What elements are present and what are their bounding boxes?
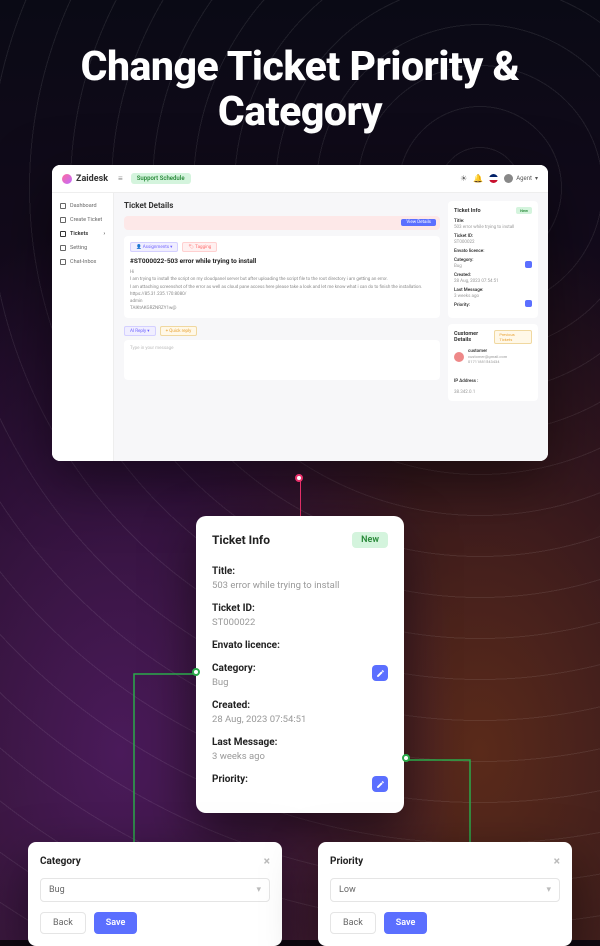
sidebar-item-tickets[interactable]: Tickets› <box>52 227 113 241</box>
ticket-id-value: ST000022 <box>212 617 388 628</box>
chevron-down-icon: ▾ <box>256 885 261 895</box>
customer-title: Customer Details <box>454 331 494 343</box>
flag-icon[interactable] <box>489 174 498 183</box>
assignments-badge[interactable]: 👤 Assignments ▾ <box>130 242 178 252</box>
lastmsg-value: 3 weeks ago <box>212 751 388 762</box>
close-icon[interactable]: × <box>264 854 270 868</box>
sidebar-item-setting[interactable]: Setting <box>52 241 113 255</box>
avatar-icon <box>504 174 513 183</box>
gear-icon <box>60 245 66 251</box>
theme-icon[interactable]: ☀ <box>460 174 467 183</box>
app-header: Zaidesk ≡ Support Schedule ☀ 🔔 Agent ▾ <box>52 165 548 193</box>
alert-bar: View Details <box>124 216 440 230</box>
popup-category-title: Category <box>40 856 81 867</box>
edit-category-icon[interactable] <box>525 261 532 268</box>
created-label: Created: <box>212 700 388 711</box>
chat-icon <box>60 259 66 265</box>
popup-priority-title: Priority <box>330 856 363 867</box>
sidebar-item-chat[interactable]: Chat-Inbox <box>52 255 113 269</box>
category-label: Category: <box>212 663 388 674</box>
connector-dot <box>192 668 200 676</box>
hamburger-icon[interactable]: ≡ <box>118 174 123 183</box>
customer-avatar <box>454 352 464 362</box>
priority-label: Priority: <box>212 774 388 785</box>
logo: Zaidesk <box>62 174 108 184</box>
connector-dot <box>402 754 410 762</box>
chevron-down-icon: ▾ <box>546 885 551 895</box>
logo-icon <box>62 174 72 184</box>
dashboard-icon <box>60 203 66 209</box>
support-schedule-badge[interactable]: Support Schedule <box>131 173 191 184</box>
sidebar-item-dashboard[interactable]: Dashboard <box>52 199 113 213</box>
app-screenshot: Zaidesk ≡ Support Schedule ☀ 🔔 Agent ▾ D… <box>52 165 548 461</box>
new-badge: New <box>352 532 388 548</box>
agent-label: Agent <box>516 175 532 182</box>
title-value: 503 error while trying to install <box>212 580 388 591</box>
priority-popup: Priority × Low ▾ Back Save <box>318 842 572 946</box>
edit-category-button[interactable] <box>372 665 388 681</box>
lastmsg-label: Last Message: <box>212 737 388 748</box>
ticket-info-title: Ticket Info <box>454 208 481 214</box>
close-icon[interactable]: × <box>554 854 560 868</box>
connector-dot <box>295 474 303 482</box>
licence-label: Envato licence: <box>212 640 388 651</box>
tagging-badge[interactable]: 🏷 Tagging <box>182 242 217 252</box>
ticket-card: 👤 Assignments ▾ 🏷 Tagging #ST000022-503 … <box>124 236 440 318</box>
sidebar-item-create-ticket[interactable]: Create Ticket <box>52 213 113 227</box>
previous-tickets-button[interactable]: Previous Tickets <box>494 330 532 344</box>
edit-priority-button[interactable] <box>372 776 388 792</box>
ticket-info-panel: Ticket Info New Title:503 error while tr… <box>448 201 538 318</box>
quick-reply-button[interactable]: + Quick reply <box>160 326 198 336</box>
zoom-title: Ticket Info <box>212 533 270 547</box>
view-details-button[interactable]: View Details <box>401 219 436 226</box>
ticket-info-zoom: Ticket Info New Title: 503 error while tr… <box>196 516 404 813</box>
category-popup: Category × Bug ▾ Back Save <box>28 842 282 946</box>
customer-panel: Customer Details Previous Tickets custom… <box>448 324 538 401</box>
title-label: Title: <box>212 566 388 577</box>
created-value: 28 Aug, 2023 07:54:51 <box>212 714 388 725</box>
agent-menu[interactable]: Agent ▾ <box>504 174 538 183</box>
pencil-icon <box>376 780 385 789</box>
bell-icon[interactable]: 🔔 <box>473 174 483 183</box>
category-select[interactable]: Bug ▾ <box>40 878 270 902</box>
reply-input[interactable]: Type in your message <box>124 340 440 380</box>
ticket-title: #ST000022-503 error while trying to inst… <box>130 257 434 265</box>
back-button[interactable]: Back <box>40 912 86 934</box>
ai-reply-button[interactable]: AI Reply ▾ <box>124 326 156 336</box>
priority-select[interactable]: Low ▾ <box>330 878 560 902</box>
create-icon <box>60 217 66 223</box>
ticket-id-label: Ticket ID: <box>212 603 388 614</box>
category-select-value: Bug <box>49 885 65 895</box>
back-button[interactable]: Back <box>330 912 376 934</box>
chevron-right-icon: › <box>103 231 105 237</box>
chevron-down-icon: ▾ <box>535 175 538 182</box>
sidebar: Dashboard Create Ticket Tickets› Setting… <box>52 193 114 461</box>
new-badge: New <box>516 207 532 214</box>
headline: Change Ticket Priority & Category <box>0 0 600 165</box>
pencil-icon <box>376 669 385 678</box>
logo-text: Zaidesk <box>76 174 108 184</box>
ticket-body: Hi I am trying to install the script on … <box>130 269 434 312</box>
connector-category <box>130 670 200 850</box>
category-value: Bug <box>212 677 388 688</box>
tickets-icon <box>60 231 66 237</box>
page-title: Ticket Details <box>124 201 440 210</box>
edit-priority-icon[interactable] <box>525 300 532 307</box>
priority-select-value: Low <box>339 885 356 895</box>
save-button[interactable]: Save <box>94 912 138 934</box>
connector-priority <box>404 756 474 850</box>
save-button[interactable]: Save <box>384 912 428 934</box>
